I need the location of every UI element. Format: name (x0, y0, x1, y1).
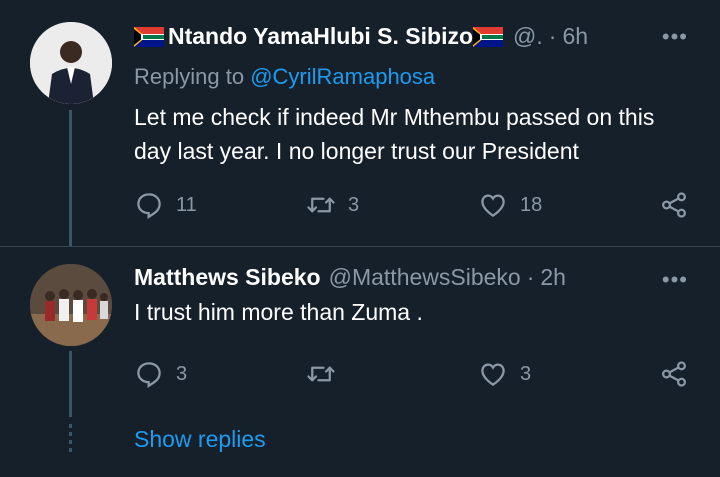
share-icon (661, 361, 687, 387)
retweet-count: 3 (348, 193, 360, 216)
like-count: 18 (520, 193, 543, 216)
reply-icon (137, 193, 161, 219)
south-africa-flag-icon (134, 26, 168, 48)
like-button[interactable]: 18 (478, 190, 542, 220)
display-name[interactable]: Matthews Sibeko (134, 264, 321, 291)
share-button[interactable] (659, 359, 689, 389)
avatar[interactable] (30, 22, 112, 104)
retweet-button[interactable] (306, 359, 348, 389)
mention-link[interactable]: @CyrilRamaphosa (250, 64, 435, 89)
reply-icon (137, 362, 161, 388)
share-button[interactable] (659, 190, 689, 220)
show-replies-link[interactable]: Show replies (134, 426, 266, 453)
retweet-icon (307, 366, 335, 382)
reply-count: 11 (176, 193, 197, 216)
timestamp[interactable]: 2h (540, 264, 566, 291)
like-count: 3 (520, 362, 532, 385)
retweet-icon (307, 197, 335, 213)
tweet-1[interactable]: Ntando YamaHlubi S. Sibizo @. · 6h ••• R… (0, 0, 720, 246)
action-bar: 3 3 (134, 359, 694, 389)
reply-button[interactable]: 11 (134, 190, 197, 220)
tweet-text: Let me check if indeed Mr Mthembu passed… (134, 104, 655, 164)
handle[interactable]: @MatthewsSibeko (329, 264, 521, 291)
share-icon (661, 192, 687, 218)
retweet-button[interactable]: 3 (306, 190, 359, 220)
tweet-2[interactable]: Matthews Sibeko @MatthewsSibeko · 2h •••… (0, 246, 720, 417)
action-bar: 11 3 18 (134, 190, 694, 220)
tweet-header: Ntando YamaHlubi S. Sibizo @. · 6h (134, 23, 588, 50)
timestamp[interactable]: 6h (562, 23, 588, 50)
reply-button[interactable]: 3 (134, 359, 187, 389)
south-africa-flag-icon (473, 26, 507, 48)
like-button[interactable]: 3 (478, 359, 531, 389)
tweet-header: Matthews Sibeko @MatthewsSibeko · 2h (134, 264, 566, 291)
handle[interactable]: @. (513, 23, 543, 50)
reply-count: 3 (176, 362, 188, 385)
thread-line (69, 351, 72, 417)
tweet-text: I trust him more than Zuma . (134, 299, 423, 325)
replying-label: Replying to (134, 64, 245, 89)
replying-to: Replying to @CyrilRamaphosa (134, 64, 435, 90)
heart-icon (481, 363, 505, 386)
thread-line (69, 110, 72, 246)
heart-icon (481, 194, 505, 217)
more-options-icon[interactable]: ••• (662, 24, 688, 50)
more-options-icon[interactable]: ••• (662, 267, 688, 293)
separator-dot: · (548, 23, 557, 49)
display-name[interactable]: Ntando YamaHlubi S. Sibizo (168, 23, 473, 50)
avatar[interactable] (30, 264, 112, 346)
separator-dot: · (526, 264, 535, 290)
thread-continuation-dots (69, 424, 72, 454)
